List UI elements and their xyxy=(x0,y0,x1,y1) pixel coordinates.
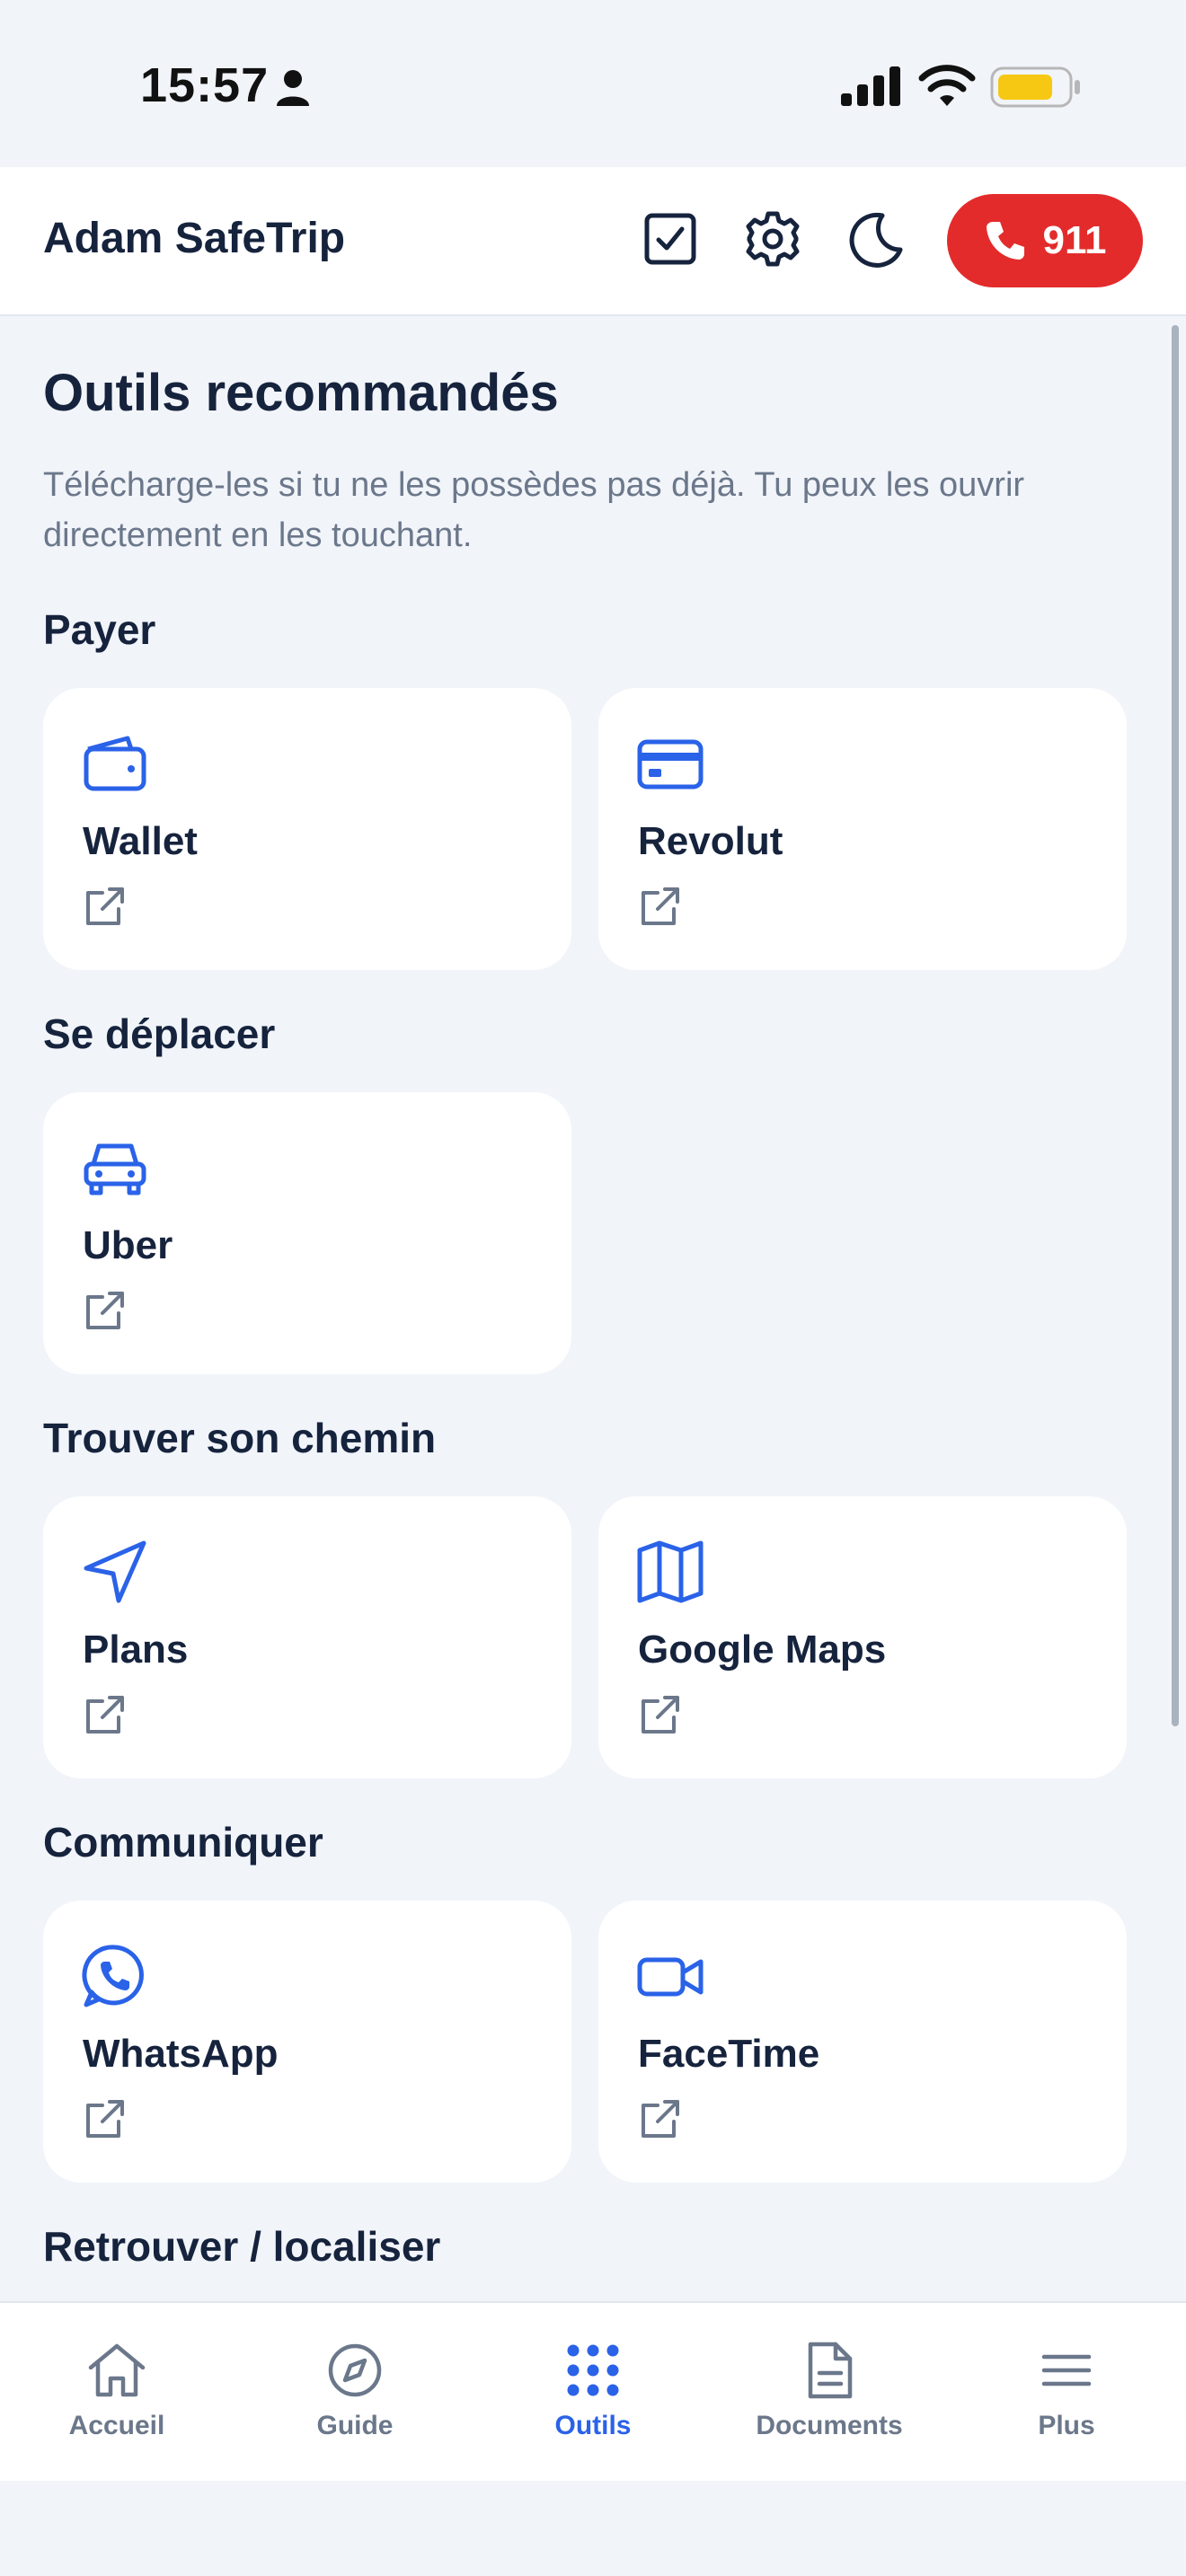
tab-label: Accueil xyxy=(68,2411,165,2440)
app-title: Adam SafeTrip xyxy=(43,215,346,262)
home-indicator-area xyxy=(0,2481,1186,2576)
compass-icon xyxy=(328,2343,382,2397)
app-card-revolut[interactable]: Revolut xyxy=(598,688,1127,970)
map-icon xyxy=(637,1540,704,1603)
section-title-payer: Payer xyxy=(43,606,156,653)
page-subtitle: Télécharge-les si tu ne les possèdes pas… xyxy=(43,466,1025,554)
app-name: Revolut xyxy=(638,819,783,863)
tab-label: Guide xyxy=(316,2411,394,2440)
app-name: Plans xyxy=(83,1628,189,1672)
wallet-icon xyxy=(84,736,146,791)
section-title-communiquer: Communiquer xyxy=(43,1819,323,1866)
dark-mode-button[interactable] xyxy=(845,208,906,269)
person-icon xyxy=(277,70,309,106)
checklist-button[interactable] xyxy=(640,208,701,269)
settings-button[interactable] xyxy=(742,208,803,269)
section-title-retrouver-localiser: Retrouver / localiser xyxy=(43,2223,441,2270)
app-card-whatsapp[interactable]: WhatsApp xyxy=(43,1901,571,2183)
app-name: Wallet xyxy=(83,819,198,863)
tab-documents[interactable]: Documents xyxy=(730,2339,928,2456)
app-card-plans[interactable]: Plans xyxy=(43,1496,571,1778)
external-link-icon xyxy=(86,2100,124,2138)
page-title: Outils recommandés xyxy=(43,364,559,422)
home-icon xyxy=(88,2343,146,2397)
wifi-icon xyxy=(918,65,976,106)
app-name: FaceTime xyxy=(638,2032,820,2076)
emergency-call-button[interactable]: 911 xyxy=(947,194,1143,287)
app-header: Adam SafeTrip 911 xyxy=(0,167,1186,316)
tab-plus[interactable]: Plus xyxy=(968,2339,1165,2456)
moon-icon xyxy=(849,212,903,268)
app-card-wallet[interactable]: Wallet xyxy=(43,688,571,970)
external-link-icon xyxy=(86,1292,124,1329)
phone-icon xyxy=(986,222,1024,260)
tab-label: Documents xyxy=(756,2411,903,2440)
car-icon xyxy=(84,1143,146,1195)
app-card-facetime[interactable]: FaceTime xyxy=(598,1901,1127,2183)
tab-accueil[interactable]: Accueil xyxy=(18,2339,216,2456)
external-link-icon xyxy=(642,1696,679,1734)
emergency-number: 911 xyxy=(1042,218,1107,262)
status-time: 15:57 xyxy=(140,58,270,112)
app-card-google-maps[interactable]: Google Maps xyxy=(598,1496,1127,1778)
cellular-signal-icon xyxy=(841,66,900,106)
status-bar: 15:57 xyxy=(0,0,1186,167)
app-name: Google Maps xyxy=(638,1628,887,1672)
section-title-trouver-son-chemin: Trouver son chemin xyxy=(43,1415,437,1461)
whatsapp-icon xyxy=(82,1945,144,2007)
app-name: WhatsApp xyxy=(83,2032,279,2076)
scrollbar[interactable] xyxy=(1172,325,1179,1726)
video-camera-icon xyxy=(637,1957,704,1997)
gear-icon xyxy=(746,211,800,267)
document-icon xyxy=(808,2342,853,2399)
bottom-tab-bar: Accueil Guide Outils Documents Plus xyxy=(0,2301,1186,2481)
tab-outils[interactable]: Outils xyxy=(494,2339,692,2456)
navigation-arrow-icon xyxy=(84,1540,146,1603)
external-link-icon xyxy=(86,1696,124,1734)
app-name: Uber xyxy=(83,1223,173,1267)
grid-dots-icon xyxy=(567,2344,619,2396)
tab-label: Plus xyxy=(1038,2411,1095,2440)
tab-label: Outils xyxy=(554,2411,632,2440)
menu-icon xyxy=(1041,2354,1092,2386)
external-link-icon xyxy=(86,887,124,925)
external-link-icon xyxy=(642,2100,679,2138)
credit-card-icon xyxy=(637,739,704,790)
battery-icon xyxy=(990,66,1080,108)
section-title-se-deplacer: Se déplacer xyxy=(43,1010,276,1057)
tab-guide[interactable]: Guide xyxy=(256,2339,454,2456)
external-link-icon xyxy=(642,887,679,925)
app-card-uber[interactable]: Uber xyxy=(43,1092,571,1374)
checkbox-icon xyxy=(644,213,696,265)
tools-content[interactable]: Outils recommandés Télécharge-les si tu … xyxy=(0,316,1186,2301)
